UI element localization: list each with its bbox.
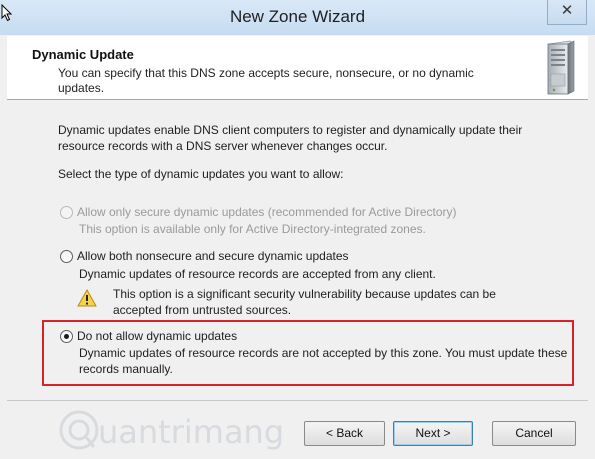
option-secure-only-description: This option is available only for Active… <box>79 222 426 236</box>
window-title: New Zone Wizard <box>229 7 366 26</box>
highlight-box <box>42 320 574 386</box>
warning-icon <box>77 289 97 307</box>
button-separator <box>7 400 588 401</box>
watermark-text: uantrimang <box>98 413 285 451</box>
option-nonsecure-and-secure-description: Dynamic updates of resource records are … <box>79 267 436 281</box>
option-nonsecure-and-secure-label[interactable]: Allow both nonsecure and secure dynamic … <box>77 248 557 264</box>
mouse-cursor-icon <box>1 4 13 22</box>
watermark-logo-icon <box>59 410 99 450</box>
close-button[interactable]: ✕ <box>547 0 587 25</box>
wizard-window: New Zone Wizard ✕ Dynamic Update You can… <box>0 0 595 459</box>
selection-prompt: Select the type of dynamic updates you w… <box>58 167 344 181</box>
radio-secure-only <box>60 206 73 219</box>
intro-text: Dynamic updates enable DNS client comput… <box>58 123 523 153</box>
page-description: You can specify that this DNS zone accep… <box>58 66 474 95</box>
option-secure-only-label: Allow only secure dynamic updates (recom… <box>77 205 457 219</box>
wizard-header: Dynamic Update You can specify that this… <box>7 36 588 100</box>
radio-nonsecure-and-secure[interactable] <box>60 250 73 263</box>
cancel-button[interactable]: Cancel <box>492 421 576 446</box>
page-title: Dynamic Update <box>32 47 134 62</box>
watermark: uantrimang <box>50 405 284 455</box>
title-bar[interactable]: New Zone Wizard ✕ <box>0 0 595 35</box>
back-button[interactable]: < Back <box>304 421 385 446</box>
next-button[interactable]: Next > <box>393 421 473 446</box>
server-icon <box>547 40 575 95</box>
security-warning-text: This option is a significant security vu… <box>113 287 496 317</box>
